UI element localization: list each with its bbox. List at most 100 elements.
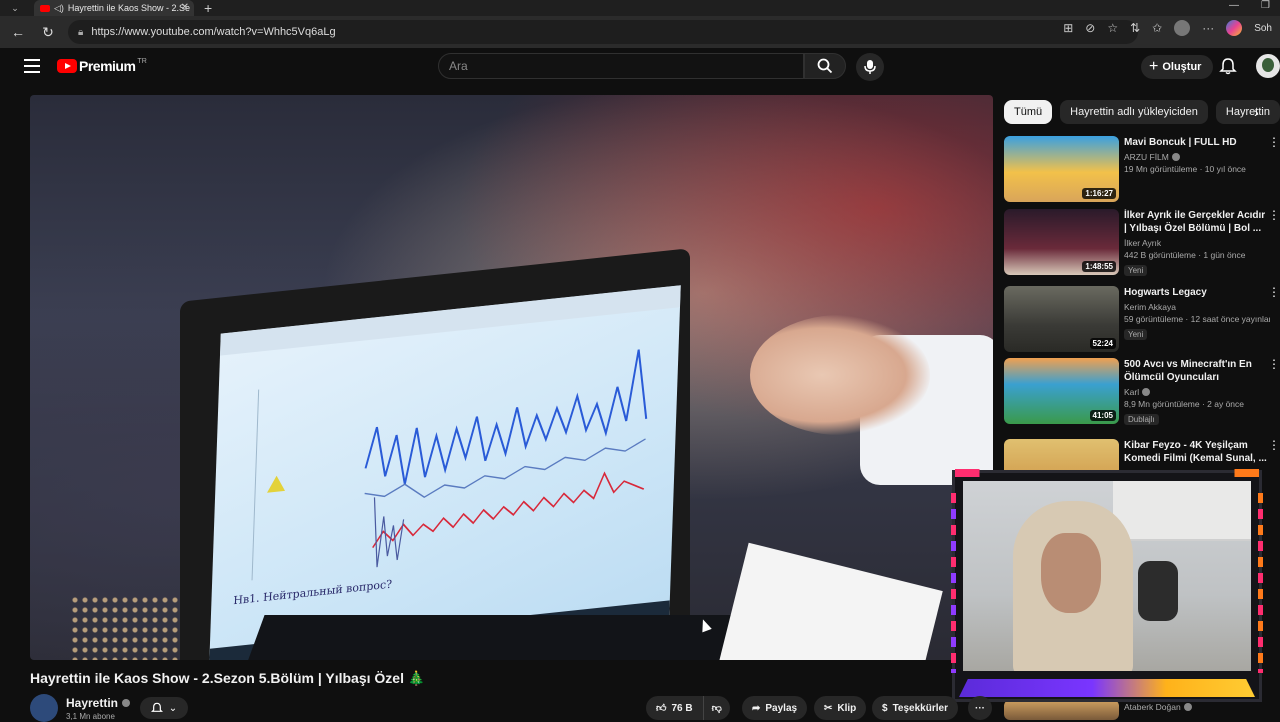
recommendation-title[interactable]: 500 Avcı vs Minecraft'ın En Ölümcül Oyun… <box>1124 358 1270 384</box>
chevron-down-icon: ⌄ <box>168 702 178 714</box>
more-browser-icon[interactable]: ··· <box>1202 21 1214 35</box>
dubbed-badge: Dublajlı <box>1124 414 1159 425</box>
dislike-button[interactable]: 👎︎ <box>703 696 730 720</box>
recommendation-title[interactable]: Mavi Boncuk | FULL HD <box>1124 136 1270 149</box>
search-icon <box>817 58 833 74</box>
more-actions-icon[interactable]: ⋮ <box>1268 209 1280 221</box>
recommendation-channel[interactable]: Karl <box>1124 387 1270 397</box>
chevron-right-icon[interactable]: › <box>1254 104 1259 120</box>
extensions-icon[interactable]: ⇅ <box>1130 21 1140 35</box>
channel-name: İlker Ayrık <box>1124 238 1162 248</box>
more-actions-icon[interactable]: ⋮ <box>1268 136 1280 148</box>
recommendation-title[interactable]: İlker Ayrık ile Gerçekler Acıdır | Yılba… <box>1124 209 1270 235</box>
related-chips: Tümü Hayrettin adlı yükleyiciden Hayrett… <box>1004 100 1280 124</box>
channel-name: Karl <box>1124 387 1140 397</box>
thanks-button[interactable]: $ Teşekkürler <box>872 696 958 720</box>
create-label: Oluştur <box>1162 61 1202 73</box>
minimize-icon[interactable]: — <box>1229 0 1239 11</box>
recommendation-channel[interactable]: ARZU FİLM <box>1124 152 1270 162</box>
webcam-frame-top <box>955 469 1259 477</box>
recommendation-meta: 59 görüntüleme · 12 saat önce yayınlandı <box>1124 314 1270 324</box>
browser-tab[interactable]: ◁) Hayrettin ile Kaos Show - 2.Se ✕ <box>34 0 194 16</box>
chip-all[interactable]: Tümü <box>1004 100 1053 124</box>
recommendation-item[interactable]: 41:05 500 Avcı vs Minecraft'ın En Ölümcü… <box>1004 358 1280 426</box>
verified-icon <box>1171 153 1180 161</box>
lock-icon[interactable]: 🔒︎ <box>78 27 83 38</box>
browser-toolbar-right: ⊞ ⊘ ☆ ⇅ ✩ ··· Soh <box>1063 20 1272 36</box>
more-actions-icon[interactable]: ⋮ <box>1268 358 1280 370</box>
collections-icon[interactable]: ✩ <box>1152 21 1162 35</box>
more-actions-icon[interactable]: ⋮ <box>1268 439 1280 451</box>
recommendation-meta: 8,9 Mn görüntüleme · 2 ay önce <box>1124 399 1245 409</box>
duration-badge: 52:24 <box>1089 338 1116 349</box>
back-icon[interactable]: ← <box>6 20 30 44</box>
recommendation-channel[interactable]: Kerim Akkaya <box>1124 302 1270 312</box>
share-button[interactable]: ➦ Paylaş <box>742 696 808 720</box>
search-button[interactable] <box>804 53 846 79</box>
url-field[interactable]: 🔒︎ https://www.youtube.com/watch?v=Whhc5… <box>68 20 1138 44</box>
clip-button[interactable]: ✂ Klip <box>814 696 867 720</box>
video-player[interactable]: Нв1. Нейтральный вопрос? <box>30 95 993 660</box>
clip-label: Klip <box>837 702 857 714</box>
new-badge: Yeni <box>1124 329 1148 340</box>
channel-avatar[interactable] <box>30 694 58 722</box>
recommendation-item[interactable]: 1:48:55 İlker Ayrık ile Gerçekler Acıdır… <box>1004 209 1280 277</box>
browser-profile-avatar[interactable] <box>1174 20 1191 36</box>
warning-triangle-icon <box>267 474 286 493</box>
recommendation-channel[interactable]: Ataberk Doğan <box>1124 702 1270 712</box>
video-thumbnail[interactable]: 52:24 <box>1004 286 1119 352</box>
reload-icon[interactable]: ↻ <box>36 20 60 44</box>
more-horizontal-icon: ··· <box>975 702 985 714</box>
video-frame-hand <box>750 315 930 435</box>
recommendation-meta: 442 B görüntüleme · 1 gün önce <box>1124 250 1246 260</box>
copilot-icon[interactable] <box>1226 20 1243 36</box>
recommendation-title[interactable]: Hogwarts Legacy <box>1124 286 1270 299</box>
tab-list-icon[interactable]: ⌄ <box>0 0 30 16</box>
webcam-frame-bottom <box>959 679 1255 697</box>
channel-name[interactable]: Hayrettin <box>66 696 131 710</box>
restore-icon[interactable]: ❐ <box>1261 0 1270 11</box>
browser-tab-bar: ⌄ ◁) Hayrettin ile Kaos Show - 2.Se ✕ + … <box>0 0 1280 16</box>
window-controls: — ❐ <box>1229 0 1270 11</box>
recommendation-channel[interactable]: İlker Ayrık <box>1124 238 1270 248</box>
bell-icon <box>1219 58 1237 75</box>
address-bar: ← ↻ 🔒︎ https://www.youtube.com/watch?v=W… <box>0 16 1280 48</box>
menu-icon[interactable] <box>24 59 40 73</box>
video-frame-laptop-screen: Нв1. Нейтральный вопрос? <box>209 285 681 660</box>
notifications-button[interactable] <box>1219 57 1237 80</box>
like-button[interactable]: 👍︎ 76 B <box>646 696 704 720</box>
webcam-person-face <box>1041 533 1101 613</box>
video-thumbnail[interactable] <box>1004 700 1119 720</box>
account-avatar[interactable] <box>1256 54 1280 78</box>
chip-from-uploader[interactable]: Hayrettin adlı yükleyiciden <box>1060 100 1208 124</box>
video-thumbnail[interactable]: 41:05 <box>1004 358 1119 424</box>
clip-button-wrap: ✂ Klip <box>814 696 867 720</box>
recommendation-item[interactable]: 1:16:27 Mavi Boncuk | FULL HD ARZU FİLM … <box>1004 136 1280 204</box>
voice-search-button[interactable] <box>856 53 884 81</box>
chip-hayrettin[interactable]: Hayrettin <box>1215 100 1280 124</box>
video-frame-paper <box>717 542 943 660</box>
sidebar-label: Soh <box>1254 22 1272 34</box>
webcam-overlay <box>951 469 1263 702</box>
reader-icon[interactable]: ⊘ <box>1085 21 1095 35</box>
close-tab-icon[interactable]: ✕ <box>181 2 189 13</box>
webcam-frame-right <box>1258 493 1263 673</box>
recommendation-item[interactable]: Ataberk Doğan <box>1004 700 1280 720</box>
more-actions-icon[interactable]: ⋮ <box>1268 286 1280 298</box>
split-screen-icon[interactable]: ⊞ <box>1063 21 1073 35</box>
speaker-icon[interactable]: ◁) <box>54 3 64 14</box>
youtube-favicon-icon <box>40 4 50 12</box>
create-button[interactable]: + Oluştur <box>1141 55 1214 79</box>
favorite-star-icon[interactable]: ☆ <box>1107 21 1118 35</box>
more-actions-button[interactable]: ··· <box>968 696 992 720</box>
video-thumbnail[interactable]: 1:16:27 <box>1004 136 1119 202</box>
subscription-bell-button[interactable]: ⌄ <box>140 697 188 719</box>
recommendation-item[interactable]: 52:24 Hogwarts Legacy Kerim Akkaya 59 gö… <box>1004 286 1280 354</box>
video-thumbnail[interactable]: 1:48:55 <box>1004 209 1119 275</box>
new-tab-icon[interactable]: + <box>204 1 212 15</box>
recommendation-title[interactable]: Kibar Feyzo - 4K Yeşilçam Komedi Filmi (… <box>1124 439 1270 465</box>
like-dislike-group: 👍︎ 76 B 👎︎ <box>646 696 730 720</box>
search-input[interactable]: Ara <box>438 53 804 79</box>
thumbs-down-icon: 👎︎ <box>711 703 722 714</box>
youtube-premium-logo[interactable]: Premium TR <box>57 58 147 74</box>
